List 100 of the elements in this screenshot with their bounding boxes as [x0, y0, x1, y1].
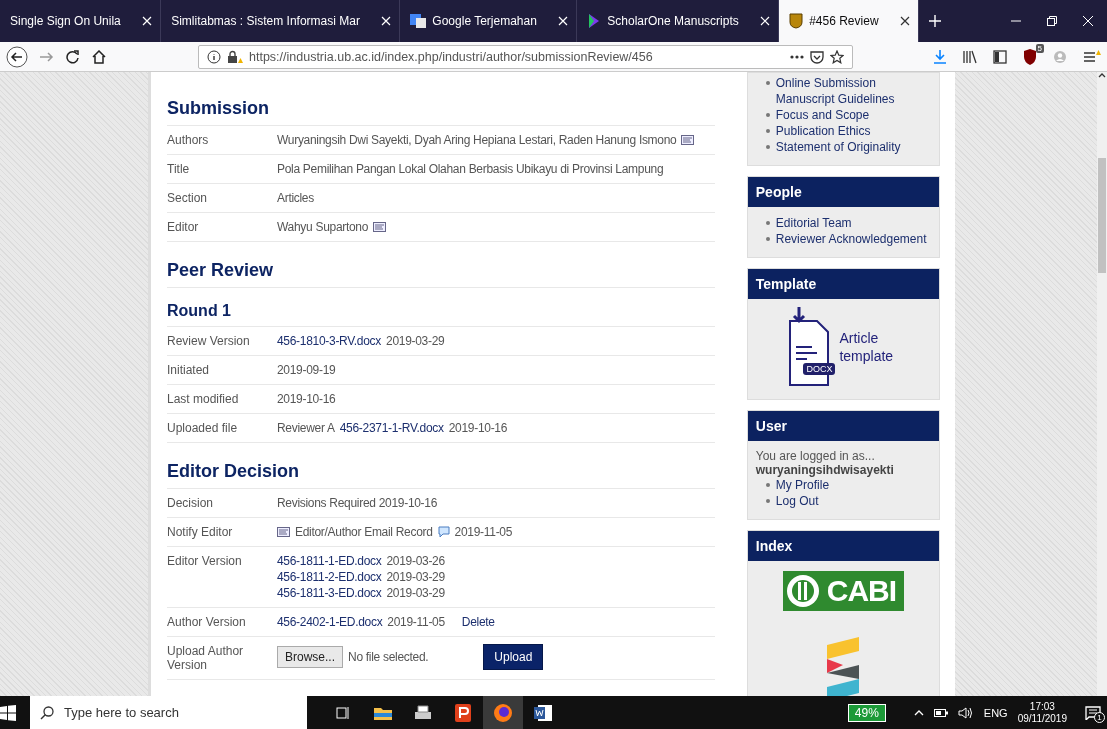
upload-button[interactable]: Upload [483, 644, 544, 670]
notification-icon[interactable] [1085, 705, 1101, 720]
scroll-up-icon[interactable] [1098, 72, 1106, 78]
field-value: 2019-03-26 [386, 554, 445, 568]
field-label: Initiated [167, 363, 211, 377]
close-icon[interactable] [900, 16, 910, 26]
info-icon [207, 49, 221, 64]
field-value: Pola Pemilihan Pangan Lokal Olahan Berbasis Ubikayu di Provinsi Lampung [277, 162, 664, 176]
file-link[interactable]: 456-2371-1-RV.docx [339, 421, 444, 435]
restore-icon[interactable] [1047, 16, 1057, 26]
sidebar-link[interactable]: Online Submission Manuscript Guidelines [775, 75, 931, 107]
bullet-icon [765, 483, 770, 487]
section-heading: Editor Decision [167, 457, 715, 489]
download-icon[interactable] [933, 48, 947, 65]
back-icon[interactable] [6, 45, 28, 68]
battery-icon[interactable] [933, 708, 948, 717]
file-link[interactable]: 456-1811-1-ED.docx [277, 554, 382, 568]
shield-icon[interactable] [1023, 48, 1037, 65]
url-field[interactable]: https://industria.ub.ac.id/index.php/industri/author/submissionReview/456 [198, 44, 853, 69]
bullet-icon [765, 221, 770, 225]
field-value: 2019-10-16 [277, 392, 336, 406]
comment-icon[interactable] [437, 526, 450, 538]
scrollbar[interactable] [1097, 72, 1107, 696]
sidebar-link[interactable]: Editorial Team [775, 215, 852, 231]
battery-indicator[interactable]: 49% [847, 703, 886, 722]
block-header: People [747, 177, 939, 207]
field-value: 2019-03-29 [386, 586, 445, 600]
file-link[interactable]: 456-1810-3-RV.docx [277, 334, 381, 348]
file-type-badge: DOCX [803, 363, 836, 375]
document-app-icon[interactable] [454, 702, 472, 723]
field-label: Editor Version [167, 554, 243, 570]
email-icon[interactable] [373, 222, 387, 232]
bullet-icon [765, 129, 770, 133]
field-label: Section [167, 191, 209, 205]
windows-icon[interactable] [0, 704, 16, 721]
clock-time[interactable]: 17:03 [1029, 700, 1055, 713]
new-tab-icon[interactable] [929, 15, 941, 27]
scrollbar-thumb[interactable] [1098, 158, 1106, 273]
volume-icon[interactable] [957, 706, 974, 719]
crest-icon [789, 13, 804, 29]
clock-date[interactable]: 09/11/2019 [1017, 712, 1067, 725]
field-value: Articles [277, 191, 314, 205]
printer-icon[interactable] [413, 703, 433, 722]
field-label: Upload Author Version [167, 644, 245, 672]
sidebar-link[interactable]: My Profile [775, 477, 830, 493]
sidebar-link[interactable]: Publication Ethics [775, 123, 871, 139]
block-header: Index [747, 531, 939, 561]
sidebar-icon[interactable] [993, 49, 1007, 64]
field-value: 2019-11-05 [387, 615, 445, 629]
field-label: Author Version [167, 615, 247, 629]
sidebar-link[interactable]: Reviewer Acknowledgement [775, 231, 927, 247]
login-status: You are logged in as... [755, 449, 876, 463]
field-label: Notify Editor [167, 525, 234, 539]
file-link[interactable]: 456-1811-3-ED.docx [277, 586, 382, 600]
bullet-icon [765, 499, 770, 503]
field-label: Title [167, 162, 191, 176]
logo-text: CABI [826, 574, 897, 608]
home-icon[interactable] [92, 49, 106, 64]
field-value: No file selected. [348, 650, 429, 664]
file-link[interactable]: 456-1811-2-ED.docx [277, 570, 382, 584]
task-view-icon[interactable] [335, 704, 351, 721]
file-link[interactable]: 456-2402-1-ED.docx [277, 615, 383, 629]
section-heading: Peer Review [167, 256, 715, 288]
field-label: Uploaded file [167, 421, 239, 435]
section-heading: Submission [167, 94, 715, 126]
field-value: Reviewer A [277, 421, 335, 435]
translate-icon [410, 13, 427, 29]
library-icon[interactable] [963, 49, 977, 64]
lock-warning-icon [227, 49, 243, 64]
menu-icon[interactable] [1083, 48, 1101, 65]
field-label: Decision [167, 496, 215, 510]
language-indicator[interactable]: ENG [983, 706, 1008, 719]
email-icon[interactable] [681, 135, 695, 145]
pocket-icon[interactable] [810, 49, 824, 64]
field-value: 2019-09-19 [277, 363, 336, 377]
search-field[interactable]: Type here to search [30, 696, 307, 729]
sidebar-link[interactable]: Focus and Scope [775, 107, 870, 123]
more-icon[interactable] [790, 54, 804, 59]
chevron-up-icon[interactable] [913, 709, 924, 716]
sidebar-link[interactable]: Statement of Originality [775, 139, 901, 155]
index-logo[interactable]: CABI [782, 571, 905, 611]
forward-icon[interactable] [40, 50, 54, 63]
search-icon [40, 705, 54, 720]
browser-icon[interactable] [493, 702, 513, 723]
logo-mark-icon [784, 573, 821, 609]
field-value: Wahyu Supartono [277, 220, 369, 234]
bullet-icon [765, 81, 770, 85]
browser-tab[interactable]: #456 Review [779, 0, 919, 42]
star-icon[interactable] [830, 49, 844, 64]
block-header: Template [747, 269, 939, 299]
delete-link[interactable]: Delete [461, 615, 495, 629]
extension-badge: 5 [1035, 43, 1044, 53]
field-value: 2019-11-05 [454, 525, 513, 539]
word-icon[interactable] [533, 703, 553, 722]
reload-icon[interactable] [66, 49, 80, 64]
sidebar-link[interactable]: Log Out [775, 493, 819, 509]
template-link[interactable]: Article template [839, 329, 900, 365]
email-icon[interactable] [277, 527, 290, 537]
section-heading: Round 1 [167, 298, 715, 327]
browse-button[interactable]: Browse... [277, 646, 343, 668]
